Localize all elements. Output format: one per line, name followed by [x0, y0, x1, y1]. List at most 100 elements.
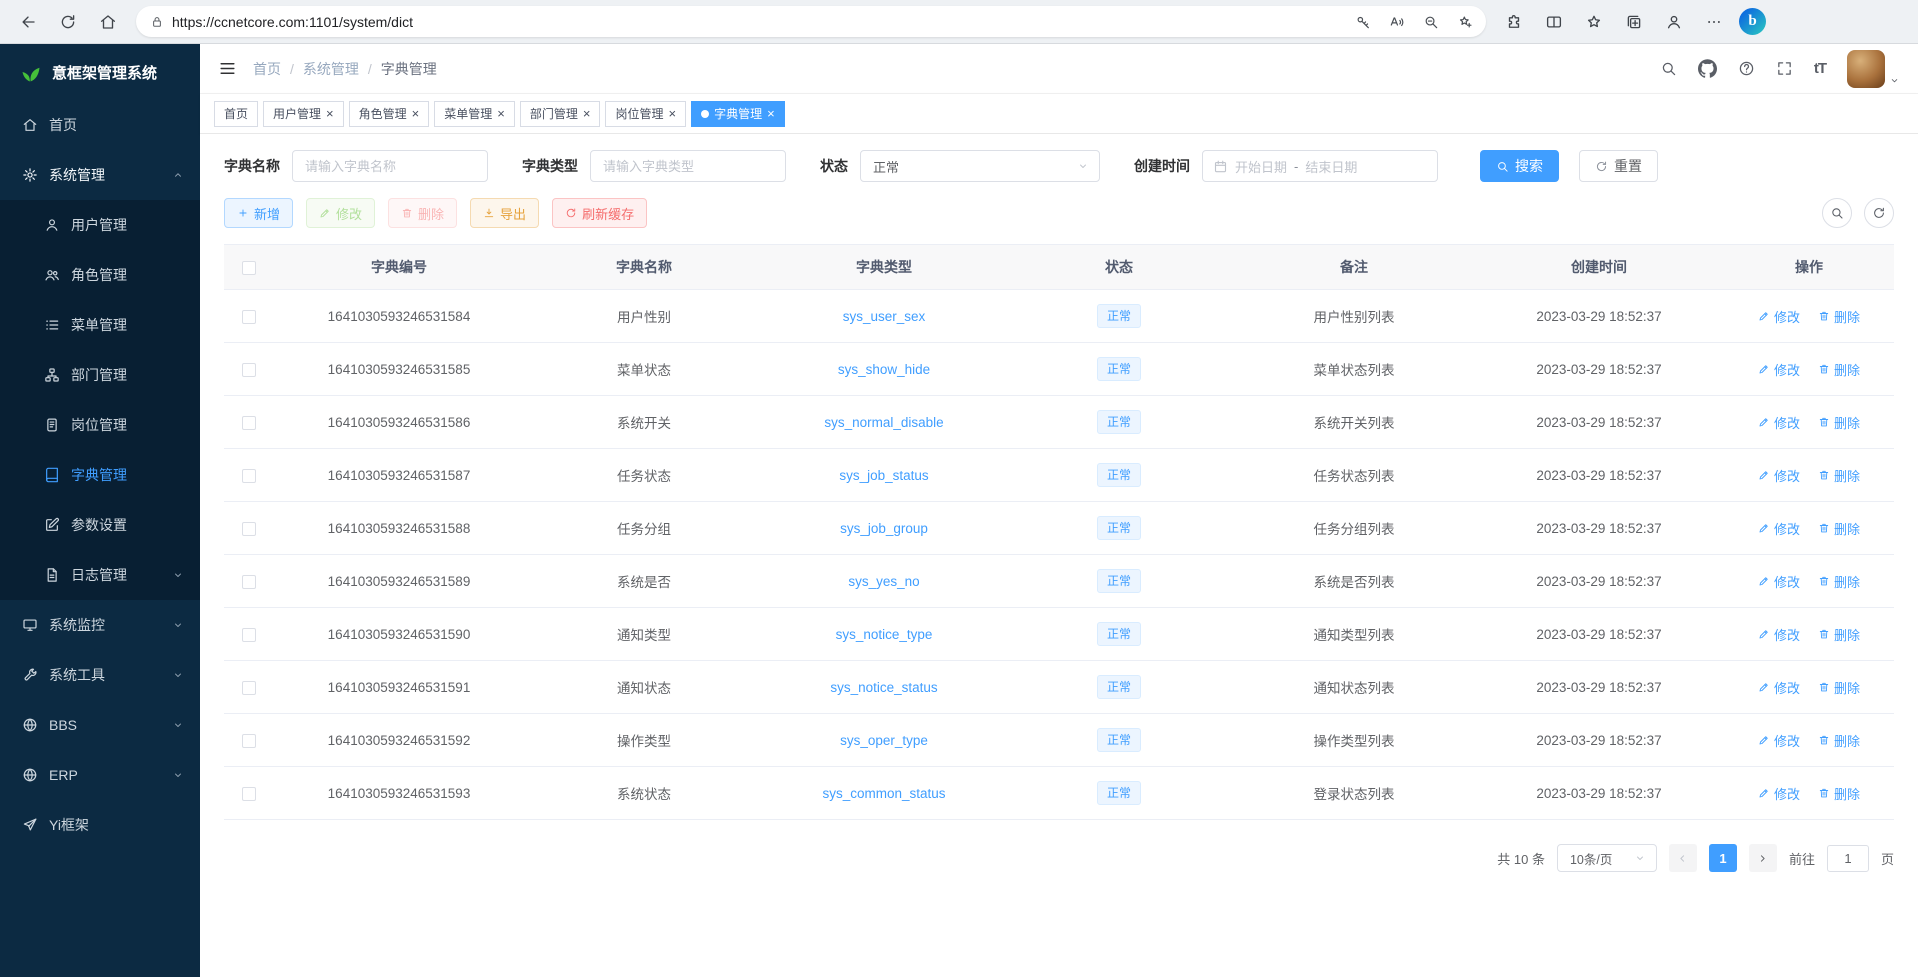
dict-type-link[interactable]: sys_show_hide	[838, 362, 930, 377]
sidebar-item-config[interactable]: 参数设置	[0, 500, 200, 550]
more-icon[interactable]	[1694, 5, 1734, 39]
close-icon[interactable]: ×	[668, 107, 676, 120]
dict-type-link[interactable]: sys_notice_status	[830, 680, 937, 695]
edit-row-link[interactable]: 修改	[1758, 360, 1800, 379]
current-page[interactable]: 1	[1709, 844, 1737, 872]
key-icon[interactable]	[1346, 8, 1380, 36]
delete-row-link[interactable]: 删除	[1818, 678, 1860, 697]
dict-type-link[interactable]: sys_notice_type	[836, 627, 933, 642]
view-tab-1[interactable]: 用户管理×	[263, 101, 344, 127]
delete-row-link[interactable]: 删除	[1818, 360, 1860, 379]
user-menu[interactable]	[1847, 50, 1900, 88]
refresh-icon[interactable]	[48, 5, 88, 39]
dict-type-link[interactable]: sys_common_status	[822, 786, 945, 801]
add-button[interactable]: 新增	[224, 198, 293, 228]
edit-row-link[interactable]: 修改	[1758, 413, 1800, 432]
address-bar[interactable]: https://ccnetcore.com:1101/system/dict	[136, 6, 1486, 37]
delete-row-link[interactable]: 删除	[1818, 307, 1860, 326]
close-icon[interactable]: ×	[583, 107, 591, 120]
next-page-button[interactable]	[1749, 844, 1777, 872]
sidebar-item-tool[interactable]: 系统工具	[0, 650, 200, 700]
dict-type-link[interactable]: sys_job_status	[839, 468, 928, 483]
home-icon[interactable]	[88, 5, 128, 39]
close-icon[interactable]: ×	[767, 107, 775, 120]
split-screen-icon[interactable]	[1534, 5, 1574, 39]
sidebar-item-post[interactable]: 岗位管理	[0, 400, 200, 450]
favorites-bar-icon[interactable]	[1574, 5, 1614, 39]
breadcrumb-item[interactable]: 首页	[253, 59, 281, 79]
edit-row-link[interactable]: 修改	[1758, 519, 1800, 538]
edit-row-link[interactable]: 修改	[1758, 731, 1800, 750]
edit-row-link[interactable]: 修改	[1758, 307, 1800, 326]
row-checkbox[interactable]	[242, 681, 256, 695]
row-checkbox[interactable]	[242, 416, 256, 430]
row-checkbox[interactable]	[242, 363, 256, 377]
select-all-checkbox[interactable]	[242, 261, 256, 275]
delete-row-link[interactable]: 删除	[1818, 519, 1860, 538]
export-button[interactable]: 导出	[470, 198, 539, 228]
back-icon[interactable]	[8, 5, 48, 39]
close-icon[interactable]: ×	[497, 107, 505, 120]
dict-type-link[interactable]: sys_user_sex	[843, 309, 926, 324]
bing-icon[interactable]: b	[1739, 8, 1766, 35]
view-tab-5[interactable]: 岗位管理×	[605, 101, 686, 127]
view-tab-6[interactable]: 字典管理×	[691, 101, 785, 127]
close-icon[interactable]: ×	[412, 107, 420, 120]
fullscreen-icon[interactable]	[1776, 60, 1793, 77]
dict-type-link[interactable]: sys_oper_type	[840, 733, 928, 748]
refresh-table-button[interactable]	[1864, 198, 1894, 228]
status-select[interactable]: 正常	[860, 150, 1100, 182]
close-icon[interactable]: ×	[326, 107, 334, 120]
refresh-cache-button[interactable]: 刷新缓存	[552, 198, 647, 228]
github-icon[interactable]	[1698, 59, 1717, 78]
favorite-add-icon[interactable]	[1448, 8, 1482, 36]
sidebar-item-monitor[interactable]: 系统监控	[0, 600, 200, 650]
read-aloud-icon[interactable]	[1380, 8, 1414, 36]
sidebar-item-bbs[interactable]: BBS	[0, 700, 200, 750]
row-checkbox[interactable]	[242, 310, 256, 324]
breadcrumb-item[interactable]: 系统管理	[303, 59, 359, 79]
date-range-picker[interactable]: 开始日期 - 结束日期	[1202, 150, 1438, 182]
dict-type-link[interactable]: sys_normal_disable	[824, 415, 943, 430]
dict-type-input[interactable]	[590, 150, 786, 182]
extensions-icon[interactable]	[1494, 5, 1534, 39]
edit-button[interactable]: 修改	[306, 198, 375, 228]
row-checkbox[interactable]	[242, 734, 256, 748]
row-checkbox[interactable]	[242, 522, 256, 536]
edit-row-link[interactable]: 修改	[1758, 572, 1800, 591]
sidebar-item-role[interactable]: 角色管理	[0, 250, 200, 300]
help-icon[interactable]	[1738, 60, 1755, 77]
view-tab-0[interactable]: 首页	[214, 101, 258, 127]
page-size-select[interactable]: 10条/页	[1557, 844, 1657, 872]
edit-row-link[interactable]: 修改	[1758, 678, 1800, 697]
sidebar-item-home[interactable]: 首页	[0, 100, 200, 150]
row-checkbox[interactable]	[242, 787, 256, 801]
row-checkbox[interactable]	[242, 469, 256, 483]
zoom-out-icon[interactable]	[1414, 8, 1448, 36]
search-icon[interactable]	[1660, 60, 1677, 77]
delete-row-link[interactable]: 删除	[1818, 784, 1860, 803]
edit-row-link[interactable]: 修改	[1758, 784, 1800, 803]
sidebar-item-dept[interactable]: 部门管理	[0, 350, 200, 400]
sidebar-item-dict[interactable]: 字典管理	[0, 450, 200, 500]
prev-page-button[interactable]	[1669, 844, 1697, 872]
delete-row-link[interactable]: 删除	[1818, 466, 1860, 485]
sidebar-item-log[interactable]: 日志管理	[0, 550, 200, 600]
sidebar-toggle-icon[interactable]	[218, 59, 237, 78]
sidebar-item-menu[interactable]: 菜单管理	[0, 300, 200, 350]
font-size-icon[interactable]: tT	[1814, 60, 1826, 77]
search-button[interactable]: 搜索	[1480, 150, 1559, 182]
delete-row-link[interactable]: 删除	[1818, 731, 1860, 750]
edit-row-link[interactable]: 修改	[1758, 466, 1800, 485]
reset-button[interactable]: 重置	[1579, 150, 1658, 182]
sidebar-item-erp[interactable]: ERP	[0, 750, 200, 800]
dict-type-link[interactable]: sys_yes_no	[848, 574, 919, 589]
toggle-search-button[interactable]	[1822, 198, 1852, 228]
view-tab-2[interactable]: 角色管理×	[349, 101, 430, 127]
view-tab-4[interactable]: 部门管理×	[520, 101, 601, 127]
collections-icon[interactable]	[1614, 5, 1654, 39]
delete-row-link[interactable]: 删除	[1818, 413, 1860, 432]
avatar[interactable]	[1847, 50, 1885, 88]
edit-row-link[interactable]: 修改	[1758, 625, 1800, 644]
sidebar-item-system[interactable]: 系统管理	[0, 150, 200, 200]
